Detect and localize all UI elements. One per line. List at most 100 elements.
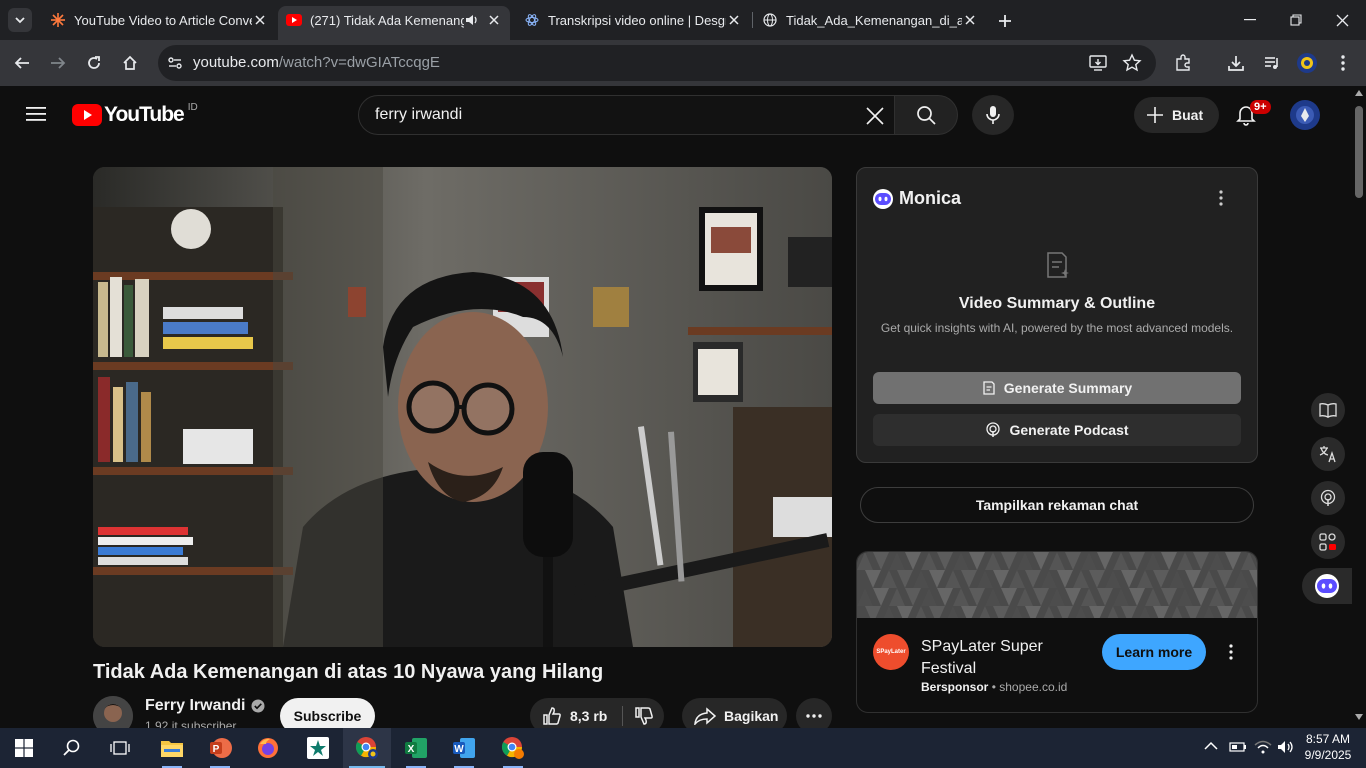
minimize-icon: [1244, 19, 1256, 21]
ad-title: SPayLater Super Festival: [921, 636, 1043, 680]
tab-title: YouTube Video to Article Conve: [74, 12, 252, 28]
channel-name[interactable]: Ferry Irwandi: [145, 697, 245, 715]
browser-tab[interactable]: YouTube Video to Article Conve: [42, 6, 276, 34]
voice-search-button[interactable]: [972, 95, 1014, 135]
taskbar-chrome-profile2[interactable]: [489, 728, 537, 768]
kebab-menu-icon: [1229, 644, 1233, 660]
site-info-icon[interactable]: [166, 54, 184, 72]
close-tab-icon[interactable]: [962, 12, 978, 28]
account-avatar[interactable]: [1290, 100, 1320, 130]
monica-menu-button[interactable]: [1219, 190, 1223, 206]
apps-side-button[interactable]: [1311, 525, 1345, 559]
bookmark-star-icon[interactable]: [1122, 53, 1142, 73]
taskbar-excel[interactable]: X: [392, 728, 440, 768]
close-tab-icon[interactable]: [486, 12, 502, 28]
region-code: ID: [187, 101, 198, 113]
podcast-icon: [986, 422, 1001, 437]
reader-mode-button[interactable]: [1311, 393, 1345, 427]
podcast-icon: [1320, 489, 1336, 506]
browser-tab-strip: YouTube Video to Article Conve (271) Tid…: [0, 0, 1366, 40]
more-horizontal-icon: [806, 714, 822, 718]
arrow-right-icon: [51, 57, 66, 69]
ad-title-line: Festival: [921, 660, 977, 677]
home-button[interactable]: [115, 48, 145, 78]
restore-button[interactable]: [1278, 8, 1314, 32]
taskbar-chrome-active[interactable]: [343, 728, 391, 768]
page-scrollbar[interactable]: [1352, 86, 1366, 728]
show-hidden-icons-button[interactable]: [1204, 741, 1218, 751]
install-app-icon[interactable]: [1088, 53, 1108, 73]
generate-podcast-label: Generate Podcast: [1009, 422, 1129, 438]
clock[interactable]: 8:57 AM 9/9/2025: [1300, 731, 1356, 763]
search-box[interactable]: ferry irwandi: [358, 95, 895, 135]
share-arrow-icon: [694, 707, 716, 725]
create-button[interactable]: Buat: [1134, 97, 1219, 133]
extensions-button[interactable]: [1168, 48, 1198, 78]
taskbar-file-explorer[interactable]: [148, 728, 196, 768]
close-tab-icon[interactable]: [726, 12, 742, 28]
learn-more-button[interactable]: Learn more: [1102, 634, 1206, 670]
task-view-button[interactable]: [96, 728, 144, 768]
kebab-menu-icon: [1341, 55, 1345, 71]
browser-tab-active[interactable]: (271) Tidak Ada Kemenangan di: [278, 6, 510, 40]
downloads-button[interactable]: [1221, 48, 1251, 78]
ad-menu-button[interactable]: [1229, 644, 1233, 660]
search-icon: [917, 106, 936, 125]
generate-podcast-button[interactable]: Generate Podcast: [873, 414, 1241, 446]
browser-tab[interactable]: Transkripsi video online | Desgr: [516, 6, 750, 34]
video-frame-image: [93, 167, 832, 647]
profile-avatar[interactable]: [1292, 48, 1322, 78]
forward-button[interactable]: [43, 48, 73, 78]
video-player[interactable]: [93, 167, 832, 647]
back-button[interactable]: [7, 48, 37, 78]
close-tab-icon[interactable]: [252, 12, 268, 28]
close-window-button[interactable]: [1324, 8, 1360, 32]
media-controls-button[interactable]: [1257, 48, 1287, 78]
start-button[interactable]: [0, 728, 48, 768]
tab-separator: [752, 12, 753, 28]
advertiser-logo: SPayLater: [873, 634, 909, 670]
search-input[interactable]: ferry irwandi: [375, 106, 462, 124]
new-tab-button[interactable]: [994, 10, 1016, 32]
podcast-side-button[interactable]: [1311, 481, 1345, 515]
powerpoint-icon: P: [210, 738, 232, 758]
notification-count-badge: 9+: [1250, 100, 1271, 114]
like-separator: [622, 706, 623, 726]
taskbar-app-star[interactable]: [294, 728, 342, 768]
search-button[interactable]: [894, 95, 958, 135]
university-logo-icon: [1297, 53, 1317, 73]
thumbs-up-icon: [543, 707, 561, 725]
taskbar-powerpoint[interactable]: P: [196, 728, 244, 768]
address-bar[interactable]: youtube.com/watch?v=dwGIATccqgE: [158, 45, 1156, 81]
clear-search-icon[interactable]: [865, 106, 885, 126]
taskbar-word[interactable]: W: [440, 728, 488, 768]
plus-icon: [999, 15, 1011, 27]
browser-menu-button[interactable]: [1328, 48, 1358, 78]
clock-time: 8:57 AM: [1305, 732, 1351, 746]
reload-button[interactable]: [79, 48, 109, 78]
tab-search-button[interactable]: [8, 8, 32, 32]
sponsored-ad[interactable]: SPayLater SPayLater Super Festival Bersp…: [856, 551, 1258, 713]
summary-icon: [983, 381, 995, 395]
volume-icon[interactable]: [1277, 740, 1295, 754]
monica-header: Monica: [873, 188, 961, 209]
battery-icon[interactable]: [1229, 741, 1247, 753]
taskbar-search-button[interactable]: [48, 728, 96, 768]
taskbar-firefox[interactable]: [244, 728, 292, 768]
minimize-button[interactable]: [1232, 8, 1268, 32]
scrollbar-thumb[interactable]: [1355, 106, 1363, 198]
wifi-icon[interactable]: [1254, 740, 1272, 754]
monica-toggle-button[interactable]: [1302, 568, 1352, 604]
youtube-logo[interactable]: YouTube ID: [72, 101, 198, 127]
browser-tab[interactable]: Tidak_Ada_Kemenangan_di_atas: [754, 6, 986, 34]
show-chat-replay-button[interactable]: Tampilkan rekaman chat: [860, 487, 1254, 523]
generate-summary-button[interactable]: Generate Summary: [873, 372, 1241, 404]
guide-menu-button[interactable]: [26, 106, 46, 122]
speaker-icon[interactable]: [464, 12, 480, 28]
translate-button[interactable]: [1311, 437, 1345, 471]
hamburger-icon: [26, 107, 46, 121]
home-icon: [123, 55, 137, 70]
svg-text:X: X: [408, 744, 415, 755]
apps-grid-icon: [1319, 533, 1336, 551]
chevron-down-icon: [15, 17, 25, 24]
